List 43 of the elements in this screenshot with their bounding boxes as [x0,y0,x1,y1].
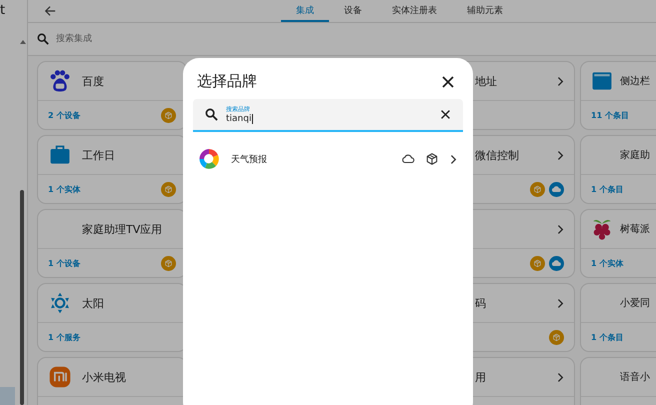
card-title: 用 [475,370,487,384]
card-title: 小爱同 [620,296,651,310]
card-title: 太阳 [82,296,105,310]
sidebar-title: t [0,2,6,18]
chevron-right-icon [556,224,564,234]
dialog-title: 选择品牌 [197,72,257,91]
card-title: 家庭助理TV应用 [82,222,164,236]
card-title: 工作日 [82,148,116,162]
chevron-right-icon [556,298,564,308]
integration-card[interactable]: 语音小 [580,357,656,405]
integration-card[interactable]: 小爱同 1 个条目 [580,283,656,352]
tab[interactable]: 实体注册表 [377,0,452,22]
search-field[interactable]: 搜索集成 [54,33,258,45]
tab[interactable]: 设备 [329,0,377,22]
scrollbar-thumb[interactable] [20,190,24,405]
close-button[interactable] [441,74,455,88]
swirl-logo-icon [197,147,221,171]
chevron-right-icon [556,372,564,382]
card-title: 家庭助 [620,148,651,162]
back-arrow-icon[interactable] [44,5,56,17]
integration-card[interactable]: 侧边栏 11 个条目 [580,61,656,130]
integration-card[interactable]: 百度 2 个设备 [37,61,187,130]
card-title: 地址 [475,74,498,88]
app-logo-icon [48,365,72,389]
tab[interactable]: 辅助元素 [452,0,518,22]
chevron-right-icon [556,76,564,86]
card-title: 语音小 [620,370,651,384]
brand-name: 天气预报 [231,154,268,166]
clear-button[interactable] [440,109,451,120]
card-title: 百度 [82,74,105,88]
search-icon [205,108,218,121]
integration-card[interactable]: 家庭助 1 个条目 [580,135,656,204]
search-icon [37,33,49,45]
card-title: 微信控制 [475,148,520,162]
field-value: tianqi [226,114,254,124]
card-title: 侧边栏 [620,74,651,88]
chevron-right-icon [556,150,564,160]
chevron-right-icon [449,154,457,164]
card-title: 码 [475,296,487,310]
paw-icon [48,69,72,93]
card-title: 小米电视 [82,370,127,384]
integration-card[interactable]: 树莓派 1 个实体 [580,209,656,278]
card-title: 树莓派 [620,222,651,236]
